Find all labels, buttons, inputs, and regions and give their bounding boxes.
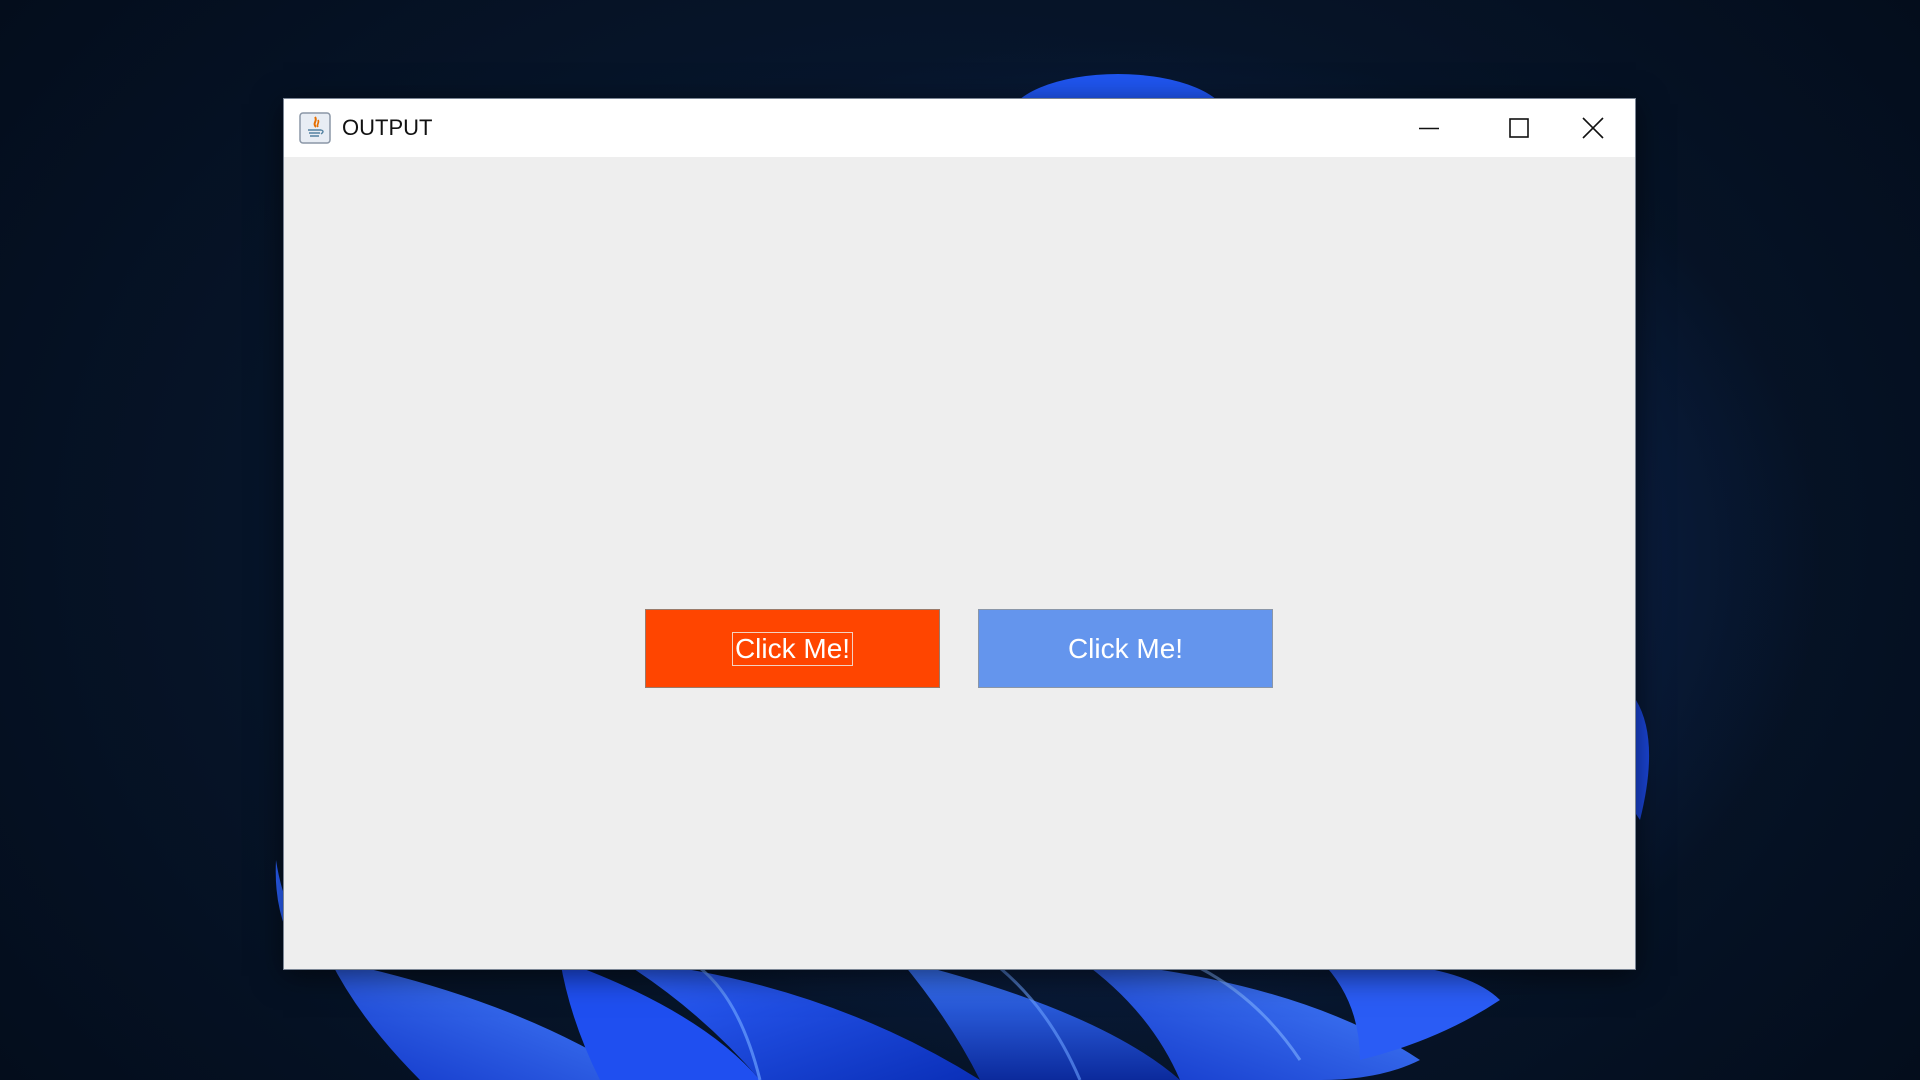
content-panel: Click Me! Click Me!: [284, 157, 1635, 969]
click-me-button-blue[interactable]: Click Me!: [978, 609, 1273, 688]
close-icon: [1582, 117, 1604, 139]
maximize-icon: [1508, 117, 1530, 139]
desktop-background: OUTPUT Click Me! Click Me!: [0, 0, 1920, 1080]
button-label: Click Me!: [1067, 632, 1184, 664]
minimize-button[interactable]: [1384, 99, 1474, 157]
window-title: OUTPUT: [342, 115, 433, 140]
click-me-button-orange[interactable]: Click Me!: [645, 609, 940, 688]
app-window: OUTPUT Click Me! Click Me!: [283, 98, 1636, 970]
title-bar[interactable]: OUTPUT: [284, 99, 1635, 157]
close-button[interactable]: [1548, 99, 1638, 157]
java-icon: [299, 112, 331, 144]
button-label: Click Me!: [731, 631, 854, 666]
minimize-icon: [1418, 117, 1440, 139]
